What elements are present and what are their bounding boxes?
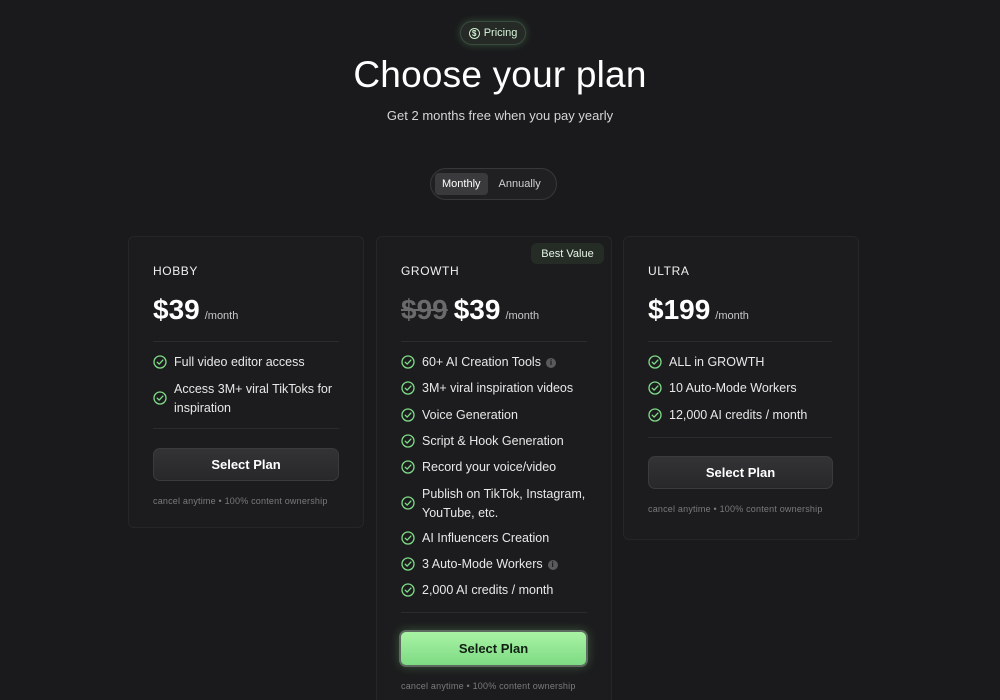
feature-item: Voice Generation bbox=[401, 406, 587, 425]
feature-item: 10 Auto-Mode Workers bbox=[648, 379, 832, 398]
feature-item: 60+ AI Creation Tools i bbox=[401, 353, 587, 372]
price-row-growth: $99 $39 /month bbox=[401, 294, 539, 326]
plan-name-ultra: ULTRA bbox=[648, 264, 690, 278]
feature-item: ALL in GROWTH bbox=[648, 353, 832, 372]
check-circle-icon bbox=[401, 355, 415, 369]
check-circle-icon bbox=[401, 531, 415, 545]
plan-price: $199 bbox=[648, 294, 711, 325]
info-icon[interactable]: i bbox=[547, 560, 558, 570]
best-value-badge: Best Value bbox=[531, 243, 604, 264]
plan-price: $39 bbox=[453, 294, 501, 325]
check-circle-icon bbox=[648, 408, 662, 422]
divider bbox=[153, 341, 339, 342]
plan-period: /month bbox=[715, 310, 749, 322]
toggle-annually[interactable]: Annually bbox=[492, 173, 548, 195]
divider bbox=[401, 341, 587, 342]
check-circle-icon bbox=[401, 583, 415, 597]
divider bbox=[648, 437, 832, 438]
page-title: Choose your plan bbox=[353, 54, 647, 95]
feature-item: 2,000 AI credits / month bbox=[401, 581, 587, 600]
feature-item: 3M+ viral inspiration videos bbox=[401, 379, 587, 398]
check-circle-icon bbox=[401, 557, 415, 571]
plan-note: cancel anytime • 100% content ownership bbox=[153, 496, 328, 506]
feature-item: Publish on TikTok, Instagram, YouTube, e… bbox=[401, 485, 587, 523]
info-icon[interactable]: i bbox=[545, 358, 556, 368]
plan-old-price: $99 bbox=[401, 294, 448, 325]
select-plan-button-growth[interactable]: Select Plan bbox=[399, 630, 588, 667]
feature-item: Script & Hook Generation bbox=[401, 432, 587, 451]
check-circle-icon bbox=[153, 391, 167, 405]
select-plan-button-hobby[interactable]: Select Plan bbox=[153, 448, 339, 481]
plan-price: $39 bbox=[153, 294, 200, 325]
page-subtitle: Get 2 months free when you pay yearly bbox=[386, 108, 614, 123]
plan-name-hobby: HOBBY bbox=[153, 264, 199, 278]
check-circle-icon bbox=[648, 355, 662, 369]
billing-toggle: Monthly Annually bbox=[430, 168, 557, 200]
plan-note: cancel anytime • 100% content ownership bbox=[648, 504, 823, 514]
check-circle-icon bbox=[401, 496, 415, 510]
toggle-monthly[interactable]: Monthly bbox=[435, 173, 488, 195]
feature-item: Full video editor access bbox=[153, 353, 339, 372]
feature-item: Access 3M+ viral TikToks for inspiration bbox=[153, 380, 339, 418]
divider bbox=[153, 428, 339, 429]
plan-period: /month bbox=[204, 310, 239, 322]
plan-name-growth: GROWTH bbox=[401, 264, 460, 278]
plan-note: cancel anytime • 100% content ownership bbox=[401, 681, 576, 691]
pricing-pill: $ Pricing bbox=[460, 21, 526, 45]
feature-item: AI Influencers Creation bbox=[401, 529, 587, 548]
divider bbox=[648, 341, 832, 342]
dollar-circle-icon: $ bbox=[468, 27, 480, 39]
check-circle-icon bbox=[401, 381, 415, 395]
divider bbox=[401, 612, 587, 613]
check-circle-icon bbox=[401, 408, 415, 422]
check-circle-icon bbox=[401, 460, 415, 474]
feature-item: 3 Auto-Mode Workers i bbox=[401, 555, 587, 574]
check-circle-icon bbox=[153, 355, 167, 369]
feature-item: Record your voice/video bbox=[401, 458, 587, 477]
check-circle-icon bbox=[401, 434, 415, 448]
price-row-hobby: $39 /month bbox=[153, 294, 238, 326]
pricing-pill-label: Pricing bbox=[483, 27, 518, 39]
check-circle-icon bbox=[648, 381, 662, 395]
price-row-ultra: $199 /month bbox=[648, 294, 749, 326]
feature-item: 12,000 AI credits / month bbox=[648, 406, 832, 425]
plan-period: /month bbox=[505, 310, 540, 322]
select-plan-button-ultra[interactable]: Select Plan bbox=[648, 456, 833, 489]
